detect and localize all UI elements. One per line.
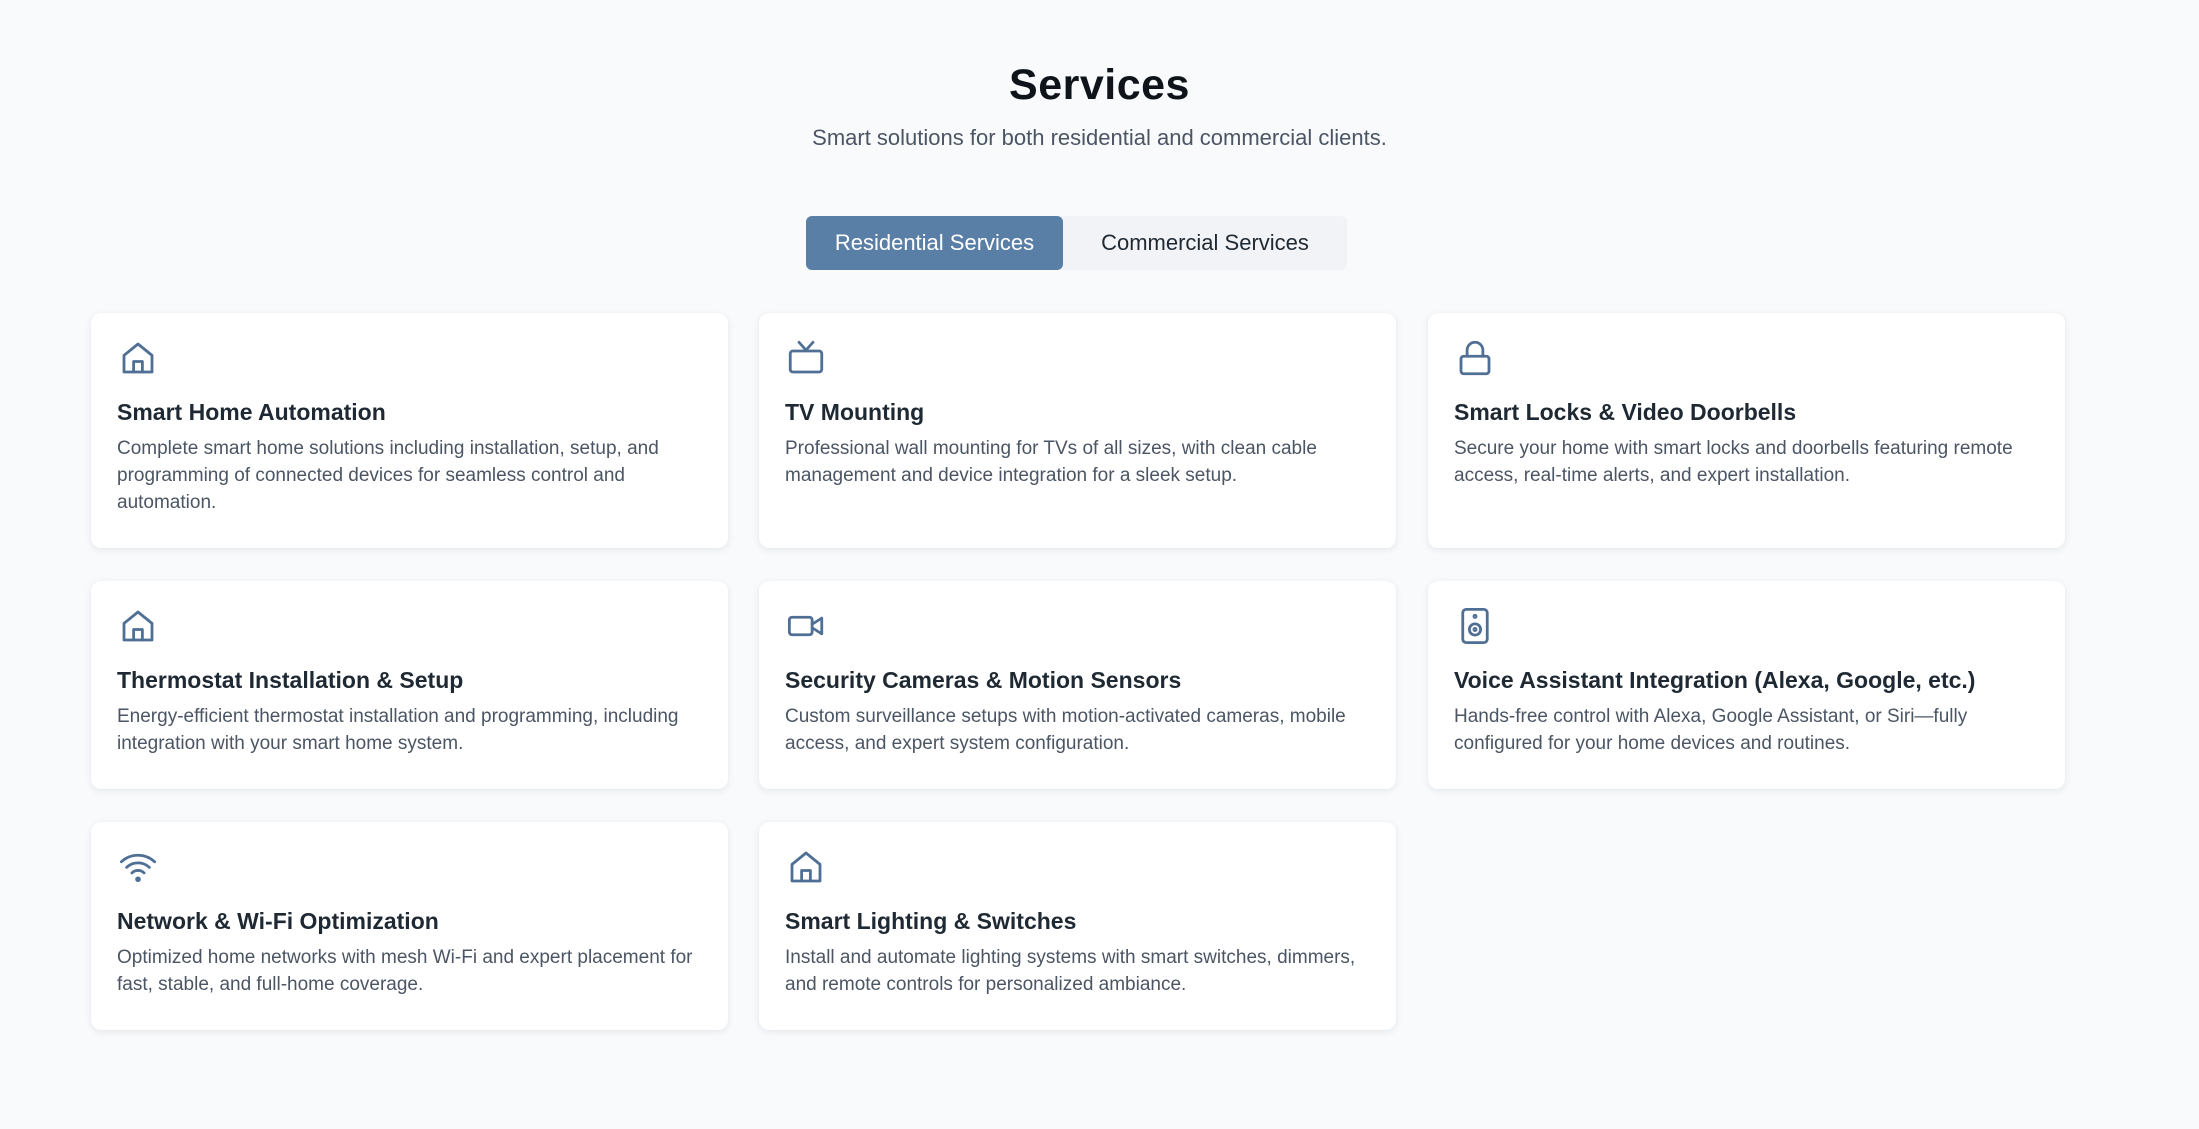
service-card-smart-locks[interactable]: Smart Locks & Video Doorbells Secure you… [1428,313,2065,548]
service-card-smart-home-automation[interactable]: Smart Home Automation Complete smart hom… [91,313,728,548]
service-card-network-wifi[interactable]: Network & Wi-Fi Optimization Optimized h… [91,822,728,1030]
services-header: Services Smart solutions for both reside… [0,0,2199,154]
video-camera-icon [785,605,827,647]
wifi-icon [117,846,159,888]
service-description: Energy-efficient thermostat installation… [117,706,679,754]
service-tabs: Residential Services Commercial Services [806,216,1347,270]
service-card-tv-mounting[interactable]: TV Mounting Professional wall mounting f… [759,313,1396,548]
home-icon [785,846,827,888]
service-title: Smart Lighting & Switches [785,908,1077,934]
service-description: Professional wall mounting for TVs of al… [785,438,1317,486]
home-icon [117,337,159,379]
lock-icon [1454,337,1496,379]
page-title: Services [1009,61,1190,109]
tv-icon [785,337,827,379]
service-title: Smart Home Automation [117,399,386,425]
service-description: Hands-free control with Alexa, Google As… [1454,706,1968,754]
service-description: Complete smart home solutions including … [117,438,659,513]
service-card-security-cameras[interactable]: Security Cameras & Motion Sensors Custom… [759,581,1396,789]
service-card-voice-assistant[interactable]: Voice Assistant Integration (Alexa, Goog… [1428,581,2065,789]
tab-residential-services[interactable]: Residential Services [806,216,1063,270]
service-title: Thermostat Installation & Setup [117,667,464,693]
service-description: Secure your home with smart locks and do… [1454,438,2013,486]
service-description: Install and automate lighting systems wi… [785,947,1356,995]
service-description: Optimized home networks with mesh Wi-Fi … [117,947,693,995]
service-title: Security Cameras & Motion Sensors [785,667,1182,693]
service-title: Voice Assistant Integration (Alexa, Goog… [1454,667,1976,693]
services-page: Services Smart solutions for both reside… [0,0,2199,1129]
service-title: TV Mounting [785,399,925,425]
tab-commercial-services[interactable]: Commercial Services [1063,216,1347,270]
page-subtitle: Smart solutions for both residential and… [812,125,1387,150]
service-title: Smart Locks & Video Doorbells [1454,399,1797,425]
service-card-smart-lighting[interactable]: Smart Lighting & Switches Install and au… [759,822,1396,1030]
speaker-icon [1454,605,1496,647]
service-title: Network & Wi-Fi Optimization [117,908,439,934]
home-icon [117,605,159,647]
service-card-thermostat[interactable]: Thermostat Installation & Setup Energy-e… [91,581,728,789]
service-description: Custom surveillance setups with motion-a… [785,706,1346,754]
